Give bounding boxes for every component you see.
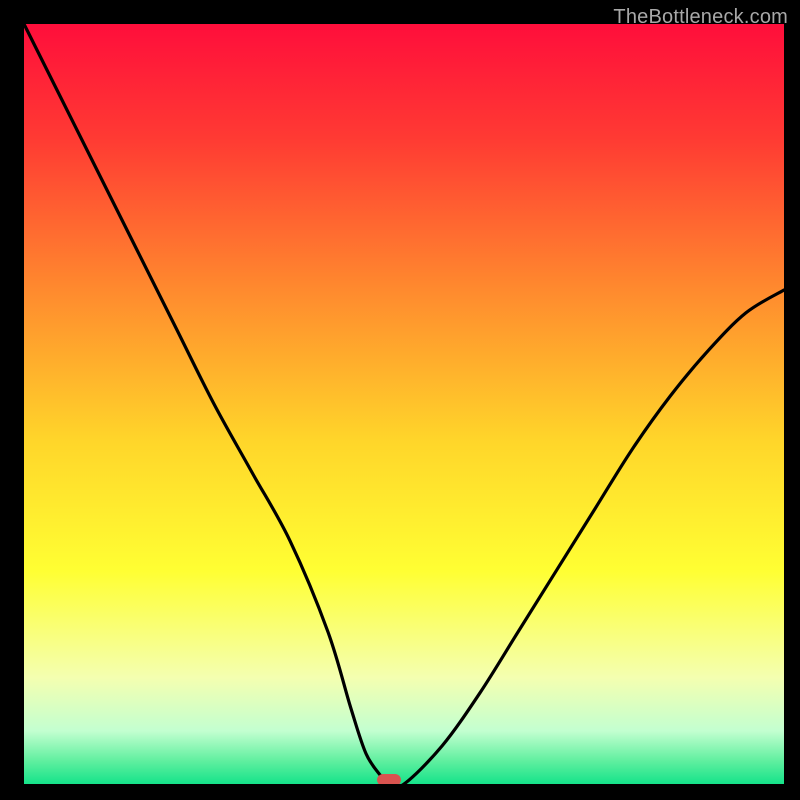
plot-area (24, 24, 784, 784)
optimal-marker (377, 774, 401, 784)
watermark-text: TheBottleneck.com (613, 6, 788, 29)
bottleneck-curve (24, 24, 784, 784)
chart-frame: TheBottleneck.com (4, 4, 796, 796)
